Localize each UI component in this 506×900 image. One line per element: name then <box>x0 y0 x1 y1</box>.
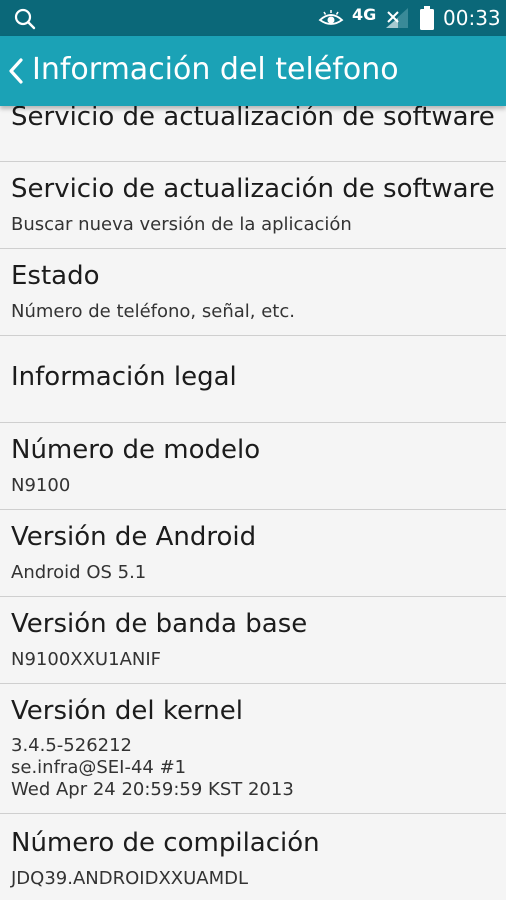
list-item-software-update-partial[interactable]: Servicio de actualización de software <box>0 106 506 162</box>
list-item-model-number: Número de modelo N9100 <box>0 423 506 510</box>
kernel-build-date-line: Wed Apr 24 20:59:59 KST 2013 <box>11 779 294 800</box>
list-item-kernel-version: Versión del kernel 3.4.5-526212 se.infra… <box>0 684 506 814</box>
search-icon[interactable] <box>14 8 36 30</box>
list-item-title: Servicio de actualización de software <box>11 106 495 132</box>
list-item-status[interactable]: Estado Número de teléfono, señal, etc. <box>0 249 506 336</box>
list-item-title: Servicio de actualización de software <box>11 174 495 204</box>
list-item-title: Número de compilación <box>11 828 320 858</box>
list-item-software-update[interactable]: Servicio de actualización de software Bu… <box>0 162 506 249</box>
clock: 00:33 <box>443 6 501 30</box>
network-type: 4G <box>352 5 377 24</box>
eye-icon <box>318 10 344 25</box>
list-item-subtitle: Número de teléfono, señal, etc. <box>11 301 295 322</box>
page-title: Información del teléfono <box>32 52 399 87</box>
list-item-title: Información legal <box>11 362 237 392</box>
list-item-subtitle: JDQ39.ANDROIDXXUAMDL <box>11 868 249 889</box>
kernel-build-host-line: se.infra@SEI-44 #1 <box>11 757 187 778</box>
list-item-title: Versión de banda base <box>11 609 308 639</box>
list-item-title: Versión de Android <box>11 522 257 552</box>
kernel-version-line: 3.4.5-526212 <box>11 735 133 756</box>
battery-icon <box>420 6 434 30</box>
back-arrow-icon[interactable] <box>6 56 26 86</box>
list-item-android-version[interactable]: Versión de Android Android OS 5.1 <box>0 510 506 597</box>
list-item-baseband-version: Versión de banda base N9100XXU1ANIF <box>0 597 506 684</box>
list-item-title: Versión del kernel <box>11 696 243 726</box>
list-item-subtitle: Buscar nueva versión de la aplicación <box>11 214 352 235</box>
status-bar: 4G 00:33 <box>0 0 506 36</box>
settings-list: Servicio de actualización de software Se… <box>0 106 506 900</box>
signal-icon <box>386 8 408 28</box>
list-item-title: Número de modelo <box>11 435 261 465</box>
app-bar: Información del teléfono <box>0 36 506 106</box>
list-item-subtitle: Android OS 5.1 <box>11 562 147 583</box>
list-item-legal-info[interactable]: Información legal <box>0 336 506 423</box>
list-item-subtitle: N9100XXU1ANIF <box>11 649 162 670</box>
list-item-subtitle: N9100 <box>11 475 71 496</box>
list-item-build-number: Número de compilación JDQ39.ANDROIDXXUAM… <box>0 814 506 900</box>
list-item-title: Estado <box>11 261 100 291</box>
